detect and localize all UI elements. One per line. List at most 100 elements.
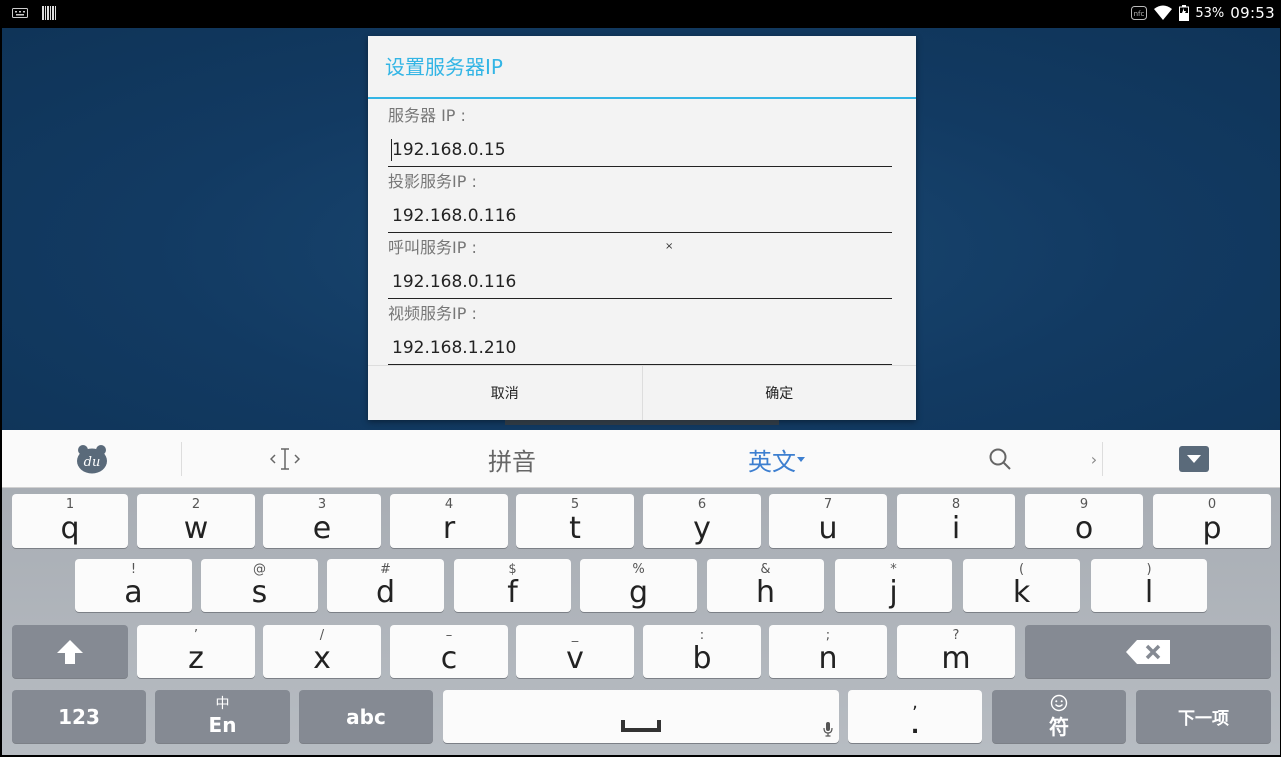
toolbar-more-button[interactable]: ›	[1084, 430, 1104, 488]
symbols-key-label: 符	[1049, 715, 1069, 739]
english-mode-button[interactable]: 英文	[732, 430, 822, 488]
key-c[interactable]: – c	[390, 625, 508, 678]
numbers-key-label: 123	[58, 704, 100, 729]
projection-ip-row	[388, 193, 892, 235]
key-letter: i	[951, 511, 961, 546]
backspace-key[interactable]	[1025, 625, 1271, 678]
nfc-icon: nfc	[1131, 6, 1148, 20]
key-l[interactable]: ) l	[1091, 559, 1207, 612]
next-field-key[interactable]: 下一项	[1136, 690, 1271, 743]
key-w[interactable]: 2w	[137, 494, 255, 548]
projection-ip-input[interactable]	[388, 199, 892, 233]
key-letter: n	[818, 641, 838, 676]
key-letter: c	[440, 641, 458, 676]
server-ip-dialog: 设置服务器IP 服务器 IP : 投影服务IP : 呼叫服务IP : 视频服务I…	[368, 36, 916, 420]
punctuation-key[interactable]: , .	[848, 690, 982, 743]
smiley-icon	[1050, 694, 1068, 712]
key-hint: 9	[1079, 497, 1089, 512]
key-hint: 2	[191, 497, 201, 512]
text-caret	[391, 139, 392, 161]
key-x[interactable]: / x	[263, 625, 381, 678]
key-n[interactable]: ; n	[769, 625, 887, 678]
key-d[interactable]: # d	[327, 559, 444, 612]
key-a[interactable]: ! a	[75, 559, 192, 612]
key-letter: m	[941, 641, 971, 676]
projection-ip-label: 投影服务IP :	[388, 172, 477, 191]
key-hint: 5	[570, 497, 580, 512]
backspace-icon	[1126, 639, 1170, 664]
space-bar-icon	[621, 720, 661, 732]
key-u[interactable]: 7u	[769, 494, 887, 548]
key-r[interactable]: 4r	[390, 494, 508, 548]
key-hint: 7	[823, 497, 833, 512]
text-cursor-icon	[270, 448, 300, 470]
next-field-key-label: 下一项	[1178, 709, 1229, 729]
key-letter: j	[889, 575, 898, 610]
key-k[interactable]: (k	[963, 559, 1080, 612]
status-bar: nfc 53% 09:53	[0, 0, 1281, 28]
key-f[interactable]: $ f	[454, 559, 571, 612]
key-t[interactable]: 5t	[516, 494, 634, 548]
key-i[interactable]: 8i	[897, 494, 1015, 548]
language-switch-key[interactable]: 中 En	[155, 690, 290, 743]
server-ip-input[interactable]	[388, 133, 892, 167]
key-letter: x	[313, 641, 331, 676]
key-letter: w	[183, 511, 209, 546]
key-y[interactable]: 6y	[643, 494, 761, 548]
key-b[interactable]: :b	[643, 625, 761, 678]
numbers-key[interactable]: 123	[12, 690, 146, 743]
chevron-down-icon	[797, 457, 805, 462]
key-letter: t	[569, 511, 581, 546]
shift-key[interactable]	[12, 625, 128, 678]
search-button[interactable]	[980, 430, 1020, 488]
language-key-english: En	[208, 713, 237, 737]
space-key[interactable]	[443, 690, 839, 743]
confirm-button[interactable]: 确定	[641, 366, 917, 420]
keyboard-logo-button[interactable]: du	[62, 430, 122, 488]
key-letter: b	[692, 641, 712, 676]
backspace-key-label	[1025, 625, 1271, 678]
call-ip-input[interactable]	[388, 265, 892, 299]
key-o[interactable]: 9o	[1025, 494, 1143, 548]
key-hint: 8	[951, 497, 961, 512]
key-letter: d	[375, 575, 396, 610]
symbols-key[interactable]: 符	[992, 690, 1126, 743]
key-q[interactable]: 1q	[12, 494, 128, 548]
video-ip-input[interactable]	[388, 331, 892, 365]
wifi-icon	[1154, 5, 1173, 20]
key-j[interactable]: * j	[835, 559, 952, 612]
punct-period: .	[910, 714, 920, 739]
key-hint: 0	[1207, 497, 1217, 512]
barcode-icon	[42, 6, 56, 20]
battery-icon	[1179, 5, 1190, 21]
key-m[interactable]: ? m	[897, 625, 1015, 678]
microphone-icon	[823, 722, 833, 737]
key-p[interactable]: 0p	[1153, 494, 1271, 548]
toolbar-divider	[1102, 442, 1103, 476]
key-letter: y	[693, 511, 711, 546]
key-g[interactable]: % g	[580, 559, 697, 612]
hide-keyboard-button[interactable]	[1174, 430, 1214, 488]
key-e[interactable]: 3e	[263, 494, 381, 548]
dialog-body: 服务器 IP : 投影服务IP : 呼叫服务IP : 视频服务IP :	[368, 99, 916, 367]
pinyin-mode-button[interactable]: 拼音	[472, 430, 552, 488]
abc-key[interactable]: abc	[299, 690, 433, 743]
search-icon	[989, 448, 1011, 470]
key-letter: g	[628, 575, 649, 610]
punct-comma: ,	[912, 692, 918, 713]
key-letter: l	[1144, 575, 1154, 610]
key-v[interactable]: _ v	[516, 625, 634, 678]
key-letter: e	[312, 511, 332, 546]
keyboard-toolbar: du 拼音 英文 ›	[2, 430, 1280, 488]
call-ip-row	[388, 259, 892, 301]
video-ip-label: 视频服务IP :	[388, 304, 477, 323]
video-ip-row	[388, 325, 892, 367]
cancel-button[interactable]: 取消	[368, 366, 642, 420]
key-z[interactable]: ’ z	[137, 625, 255, 678]
toolbar-divider	[181, 442, 182, 476]
key-s[interactable]: @ s	[201, 559, 318, 612]
cursor-control-button[interactable]	[260, 430, 310, 488]
key-h[interactable]: & h	[707, 559, 824, 612]
key-letter: r	[442, 511, 456, 546]
call-ip-label: 呼叫服务IP :	[388, 238, 477, 257]
